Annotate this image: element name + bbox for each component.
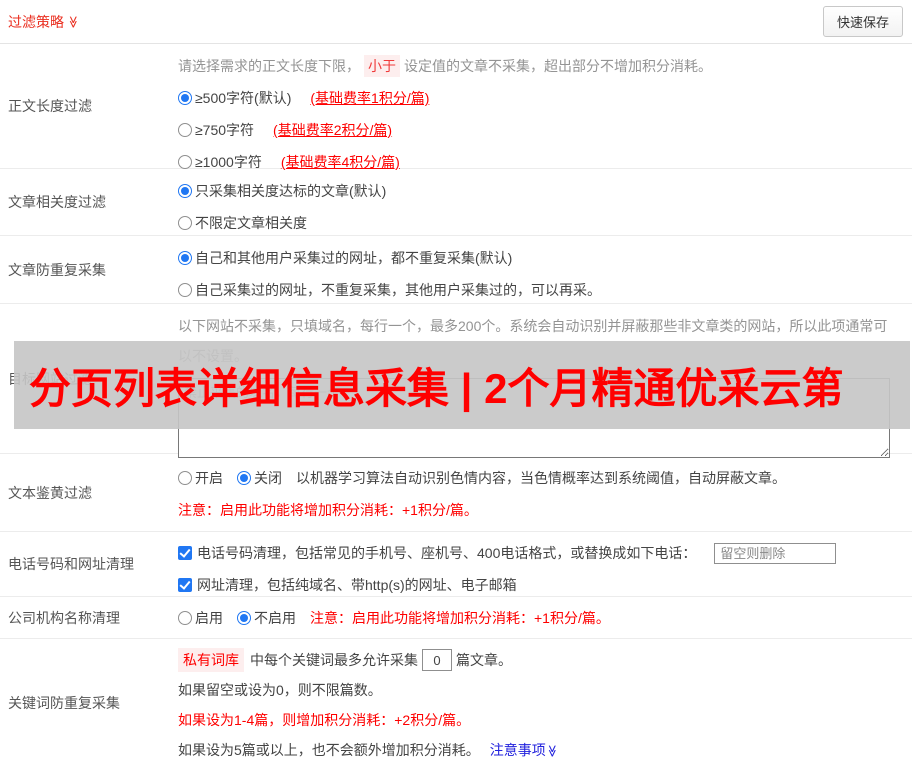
row-label: 公司机构名称清理 — [0, 597, 178, 638]
porn-filter-note: 注意：启用此功能将增加积分消耗：+1积分/篇。 — [178, 494, 902, 526]
quick-save-button[interactable]: 快速保存 — [823, 6, 903, 37]
radio-icon[interactable] — [178, 123, 192, 137]
radio-icon[interactable] — [178, 155, 192, 169]
row-phone-url-clean: 电话号码和网址清理 电话号码清理，包括常见的手机号、座机号、400电话格式，或替… — [0, 532, 912, 597]
row-dedup-collection: 文章防重复采集 自己和其他用户采集过的网址，都不重复采集(默认) 自己采集过的网… — [0, 236, 912, 304]
length-filter-desc: 请选择需求的正文长度下限， 小于 设定值的文章不采集，超出部分不增加积分消耗。 — [178, 50, 902, 82]
checkbox-phone-clean[interactable]: 电话号码清理，包括常见的手机号、座机号、400电话格式，或替换成如下电话： — [178, 543, 696, 563]
keyword-dedup-line4: 如果设为5篇或以上，也不会额外增加积分消耗。 — [178, 740, 480, 760]
row-body-length-filter: 正文长度过滤 请选择需求的正文长度下限， 小于 设定值的文章不采集，超出部分不增… — [0, 44, 912, 169]
radio-option-relevant-only[interactable]: 只采集相关度达标的文章(默认) — [178, 181, 386, 201]
row-keyword-dedup: 关键词防重复采集 私有词库 中每个关键词最多允许采集 篇文章。 如果留空或设为0… — [0, 639, 912, 767]
keyword-dedup-line3: 如果设为1-4篇，则增加积分消耗：+2积分/篇。 — [178, 705, 902, 735]
radio-option-750[interactable]: ≥750字符 — [178, 120, 254, 140]
radio-option-enable[interactable]: 开启 — [178, 468, 223, 488]
replacement-phone-input[interactable] — [714, 543, 836, 564]
radio-option-disable[interactable]: 关闭 — [237, 468, 282, 488]
company-clean-note: 注意：启用此功能将增加积分消耗：+1积分/篇。 — [310, 608, 610, 628]
row-relevance-filter: 文章相关度过滤 只采集相关度达标的文章(默认) 不限定文章相关度 — [0, 169, 912, 236]
radio-option-disable[interactable]: 不启用 — [237, 608, 296, 628]
less-than-highlight: 小于 — [364, 55, 400, 77]
keyword-dedup-line2: 如果留空或设为0，则不限篇数。 — [178, 675, 902, 705]
row-label: 关键词防重复采集 — [0, 639, 178, 767]
porn-filter-inline-desc: 以机器学习算法自动识别色情内容，当色情概率达到系统阈值，自动屏蔽文章。 — [296, 468, 786, 488]
checkbox-checked-icon[interactable] — [178, 578, 192, 592]
radio-option-own-dedup[interactable]: 自己采集过的网址，不重复采集，其他用户采集过的，可以再采。 — [178, 280, 601, 300]
radio-icon[interactable] — [178, 91, 192, 105]
double-chevron-down-icon: ≫ — [546, 745, 558, 758]
private-lexicon-tag: 私有词库 — [178, 648, 244, 672]
radio-icon[interactable] — [178, 251, 192, 265]
radio-icon[interactable] — [178, 216, 192, 230]
fee-note: (基础费率2积分/篇) — [273, 120, 392, 140]
radio-option-500[interactable]: ≥500字符(默认) — [178, 88, 291, 108]
row-label: 电话号码和网址清理 — [0, 532, 178, 596]
header-bar: 过滤策略 ≫ 快速保存 — [0, 0, 912, 44]
row-label: 文本鉴黄过滤 — [0, 454, 178, 531]
row-label: 正文长度过滤 — [0, 44, 178, 168]
ad-overlay-banner: 分页列表详细信息采集 | 2个月精通优采云第 — [14, 341, 910, 429]
row-porn-filter: 文本鉴黄过滤 开启 关闭 以机器学习算法自动识别色情内容，当色情概率达到系统阈值… — [0, 454, 912, 532]
max-articles-input[interactable] — [422, 649, 452, 671]
ad-banner-text: 分页列表详细信息采集 | 2个月精通优采云第 — [29, 355, 843, 416]
fee-note: (基础费率1积分/篇) — [310, 88, 429, 108]
radio-option-global-dedup[interactable]: 自己和其他用户采集过的网址，都不重复采集(默认) — [178, 248, 512, 268]
radio-icon[interactable] — [178, 283, 192, 297]
radio-icon[interactable] — [178, 184, 192, 198]
row-label: 文章防重复采集 — [0, 236, 178, 303]
radio-icon[interactable] — [237, 611, 251, 625]
radio-option-no-limit[interactable]: 不限定文章相关度 — [178, 213, 307, 233]
double-chevron-down-icon: ≫ — [67, 15, 79, 28]
checkbox-checked-icon[interactable] — [178, 546, 192, 560]
radio-icon[interactable] — [237, 471, 251, 485]
radio-icon[interactable] — [178, 611, 192, 625]
checkbox-url-clean[interactable]: 网址清理，包括纯域名、带http(s)的网址、电子邮箱 — [178, 575, 517, 595]
page-title-text: 过滤策略 — [8, 12, 64, 32]
radio-option-enable[interactable]: 启用 — [178, 608, 223, 628]
filter-strategy-page: 过滤策略 ≫ 快速保存 正文长度过滤 请选择需求的正文长度下限， 小于 设定值的… — [0, 0, 912, 768]
row-label: 文章相关度过滤 — [0, 169, 178, 235]
notes-link[interactable]: 注意事项≫ — [490, 740, 559, 760]
radio-icon[interactable] — [178, 471, 192, 485]
row-company-clean: 公司机构名称清理 启用 不启用 注意：启用此功能将增加积分消耗：+1积分/篇。 — [0, 597, 912, 639]
page-title[interactable]: 过滤策略 ≫ — [8, 12, 80, 32]
